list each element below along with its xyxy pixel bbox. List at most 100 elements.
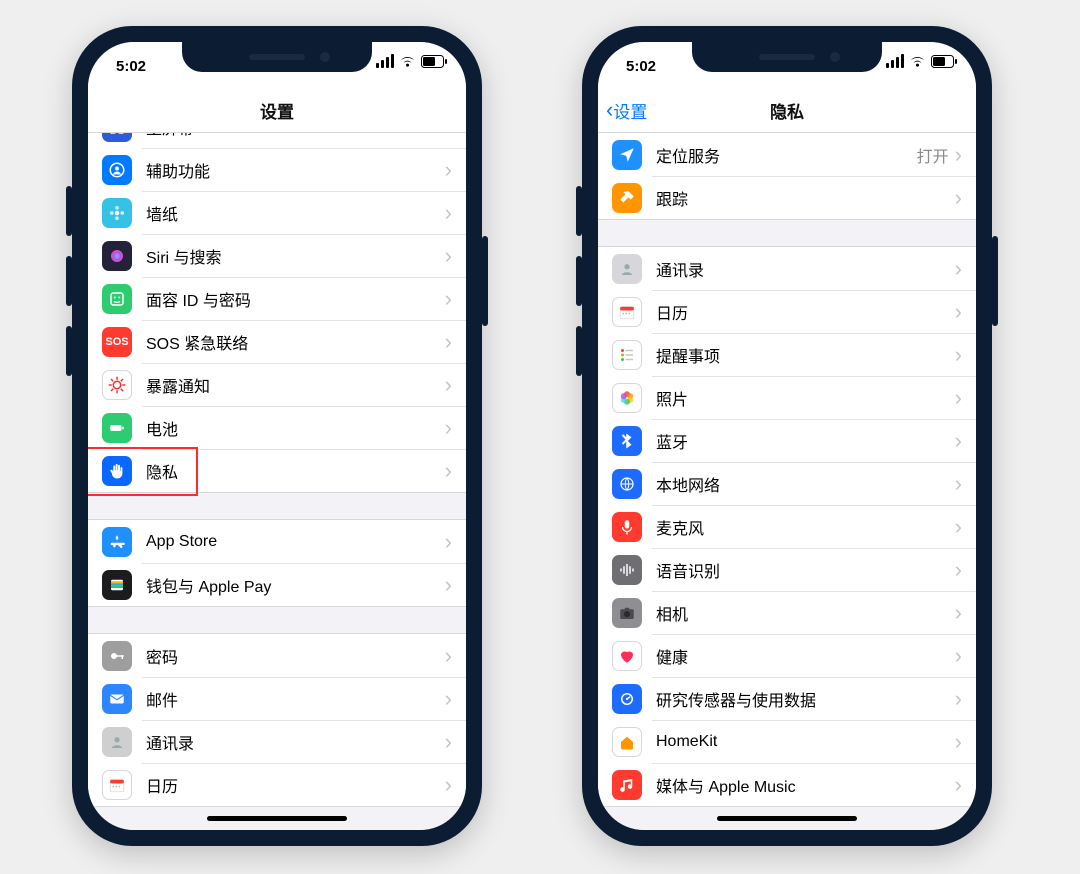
tracking-icon bbox=[612, 183, 642, 213]
row-p-contacts[interactable]: 通讯录› bbox=[598, 247, 976, 290]
row-label: 墙纸 bbox=[146, 201, 445, 225]
chevron-right-icon: › bbox=[955, 301, 962, 323]
chevron-right-icon: › bbox=[955, 473, 962, 495]
canvas: 5:02 设置 主屏幕›辅助功能›墙纸›Siri 与搜索›面容 ID 与密码›S… bbox=[0, 0, 1080, 874]
chevron-right-icon: › bbox=[445, 159, 452, 181]
home-indicator[interactable] bbox=[207, 816, 347, 821]
row-label: HomeKit bbox=[656, 733, 955, 751]
page-title: 隐私 bbox=[770, 98, 804, 123]
row-home-screen[interactable]: 主屏幕› bbox=[88, 133, 466, 148]
wifi-icon bbox=[399, 55, 416, 68]
row-sos[interactable]: SOS SOS 紧急联络› bbox=[88, 320, 466, 363]
chevron-right-icon: › bbox=[445, 133, 452, 138]
row-battery[interactable]: 电池› bbox=[88, 406, 466, 449]
screen-privacy: 5:02 ‹ 设置 隐私 定位服务打开›跟踪›通讯录›日历›提醒事项›照片›蓝牙… bbox=[598, 42, 976, 830]
row-label: 通讯录 bbox=[656, 257, 955, 281]
row-contacts[interactable]: 通讯录› bbox=[88, 720, 466, 763]
row-label: 主屏幕 bbox=[146, 133, 445, 139]
row-p-health[interactable]: 健康› bbox=[598, 634, 976, 677]
row-label: 日历 bbox=[146, 773, 445, 797]
hand-icon bbox=[102, 456, 132, 486]
flower-icon bbox=[102, 198, 132, 228]
row-label: 通讯录 bbox=[146, 730, 445, 754]
row-label: 暴露通知 bbox=[146, 373, 445, 397]
row-accessibility[interactable]: 辅助功能› bbox=[88, 148, 466, 191]
chevron-right-icon: › bbox=[445, 374, 452, 396]
row-p-localnet[interactable]: 本地网络› bbox=[598, 462, 976, 505]
row-p-mic[interactable]: 麦克风› bbox=[598, 505, 976, 548]
battery-icon bbox=[931, 55, 958, 68]
heart-icon bbox=[612, 641, 642, 671]
notch bbox=[182, 42, 372, 72]
row-label: 照片 bbox=[656, 386, 955, 410]
home-indicator[interactable] bbox=[717, 816, 857, 821]
row-p-research[interactable]: 研究传感器与使用数据› bbox=[598, 677, 976, 720]
row-wallpaper[interactable]: 墙纸› bbox=[88, 191, 466, 234]
face-icon bbox=[102, 284, 132, 314]
row-calendar[interactable]: 日历› bbox=[88, 763, 466, 806]
calendar-icon bbox=[612, 297, 642, 327]
siri-icon bbox=[102, 241, 132, 271]
row-p-calendar[interactable]: 日历› bbox=[598, 290, 976, 333]
chevron-right-icon: › bbox=[445, 202, 452, 224]
row-label: SOS 紧急联络 bbox=[146, 330, 445, 354]
chevron-right-icon: › bbox=[445, 288, 452, 310]
row-exposure[interactable]: 暴露通知› bbox=[88, 363, 466, 406]
status-time: 5:02 bbox=[626, 58, 656, 75]
row-p-media[interactable]: 媒体与 Apple Music› bbox=[598, 763, 976, 806]
bluetooth-icon bbox=[612, 426, 642, 456]
row-tracking[interactable]: 跟踪› bbox=[598, 176, 976, 219]
row-label: Siri 与搜索 bbox=[146, 244, 445, 268]
mail-icon bbox=[102, 684, 132, 714]
row-label: 提醒事项 bbox=[656, 343, 955, 367]
row-appstore[interactable]: App Store› bbox=[88, 520, 466, 563]
row-p-speech[interactable]: 语音识别› bbox=[598, 548, 976, 591]
row-faceid[interactable]: 面容 ID 与密码› bbox=[88, 277, 466, 320]
status-icons bbox=[376, 54, 448, 68]
chevron-right-icon: › bbox=[955, 387, 962, 409]
row-label: 相机 bbox=[656, 601, 955, 625]
person-icon bbox=[102, 155, 132, 185]
sos-icon: SOS bbox=[102, 327, 132, 357]
phone-privacy: 5:02 ‹ 设置 隐私 定位服务打开›跟踪›通讯录›日历›提醒事项›照片›蓝牙… bbox=[582, 26, 992, 846]
covid-icon bbox=[102, 370, 132, 400]
back-button[interactable]: ‹ 设置 bbox=[606, 98, 647, 123]
row-privacy[interactable]: 隐私› bbox=[88, 449, 466, 492]
signal-icon bbox=[376, 54, 394, 68]
location-icon bbox=[612, 140, 642, 170]
row-label: 隐私 bbox=[146, 459, 445, 483]
row-label: 媒体与 Apple Music bbox=[656, 773, 955, 797]
privacy-list[interactable]: 定位服务打开›跟踪›通讯录›日历›提醒事项›照片›蓝牙›本地网络›麦克风›语音识… bbox=[598, 133, 976, 830]
row-label: 邮件 bbox=[146, 687, 445, 711]
row-label: 辅助功能 bbox=[146, 158, 445, 182]
page-title: 设置 bbox=[260, 98, 294, 123]
chevron-right-icon: › bbox=[445, 531, 452, 553]
chevron-right-icon: › bbox=[445, 417, 452, 439]
wifi-icon bbox=[909, 55, 926, 68]
camera-icon bbox=[612, 598, 642, 628]
row-p-homekit[interactable]: HomeKit› bbox=[598, 720, 976, 763]
mic-icon bbox=[612, 512, 642, 542]
row-label: 语音识别 bbox=[656, 558, 955, 582]
row-wallet[interactable]: 钱包与 Apple Pay› bbox=[88, 563, 466, 606]
chevron-right-icon: › bbox=[955, 602, 962, 624]
row-value: 打开 bbox=[917, 143, 949, 167]
row-p-photos[interactable]: 照片› bbox=[598, 376, 976, 419]
contacts-icon bbox=[102, 727, 132, 757]
row-location[interactable]: 定位服务打开› bbox=[598, 133, 976, 176]
settings-list[interactable]: 主屏幕›辅助功能›墙纸›Siri 与搜索›面容 ID 与密码›SOSSOS 紧急… bbox=[88, 133, 466, 830]
globe-icon bbox=[612, 469, 642, 499]
row-passwords[interactable]: 密码› bbox=[88, 634, 466, 677]
row-mail[interactable]: 邮件› bbox=[88, 677, 466, 720]
row-label: 麦克风 bbox=[656, 515, 955, 539]
wave-icon bbox=[612, 555, 642, 585]
row-siri[interactable]: Siri 与搜索› bbox=[88, 234, 466, 277]
row-p-bluetooth[interactable]: 蓝牙› bbox=[598, 419, 976, 462]
chevron-right-icon: › bbox=[445, 331, 452, 353]
chevron-right-icon: › bbox=[955, 258, 962, 280]
calendar-icon bbox=[102, 770, 132, 800]
notch bbox=[692, 42, 882, 72]
row-p-camera[interactable]: 相机› bbox=[598, 591, 976, 634]
navbar-settings: 设置 bbox=[88, 88, 466, 133]
row-p-reminders[interactable]: 提醒事项› bbox=[598, 333, 976, 376]
